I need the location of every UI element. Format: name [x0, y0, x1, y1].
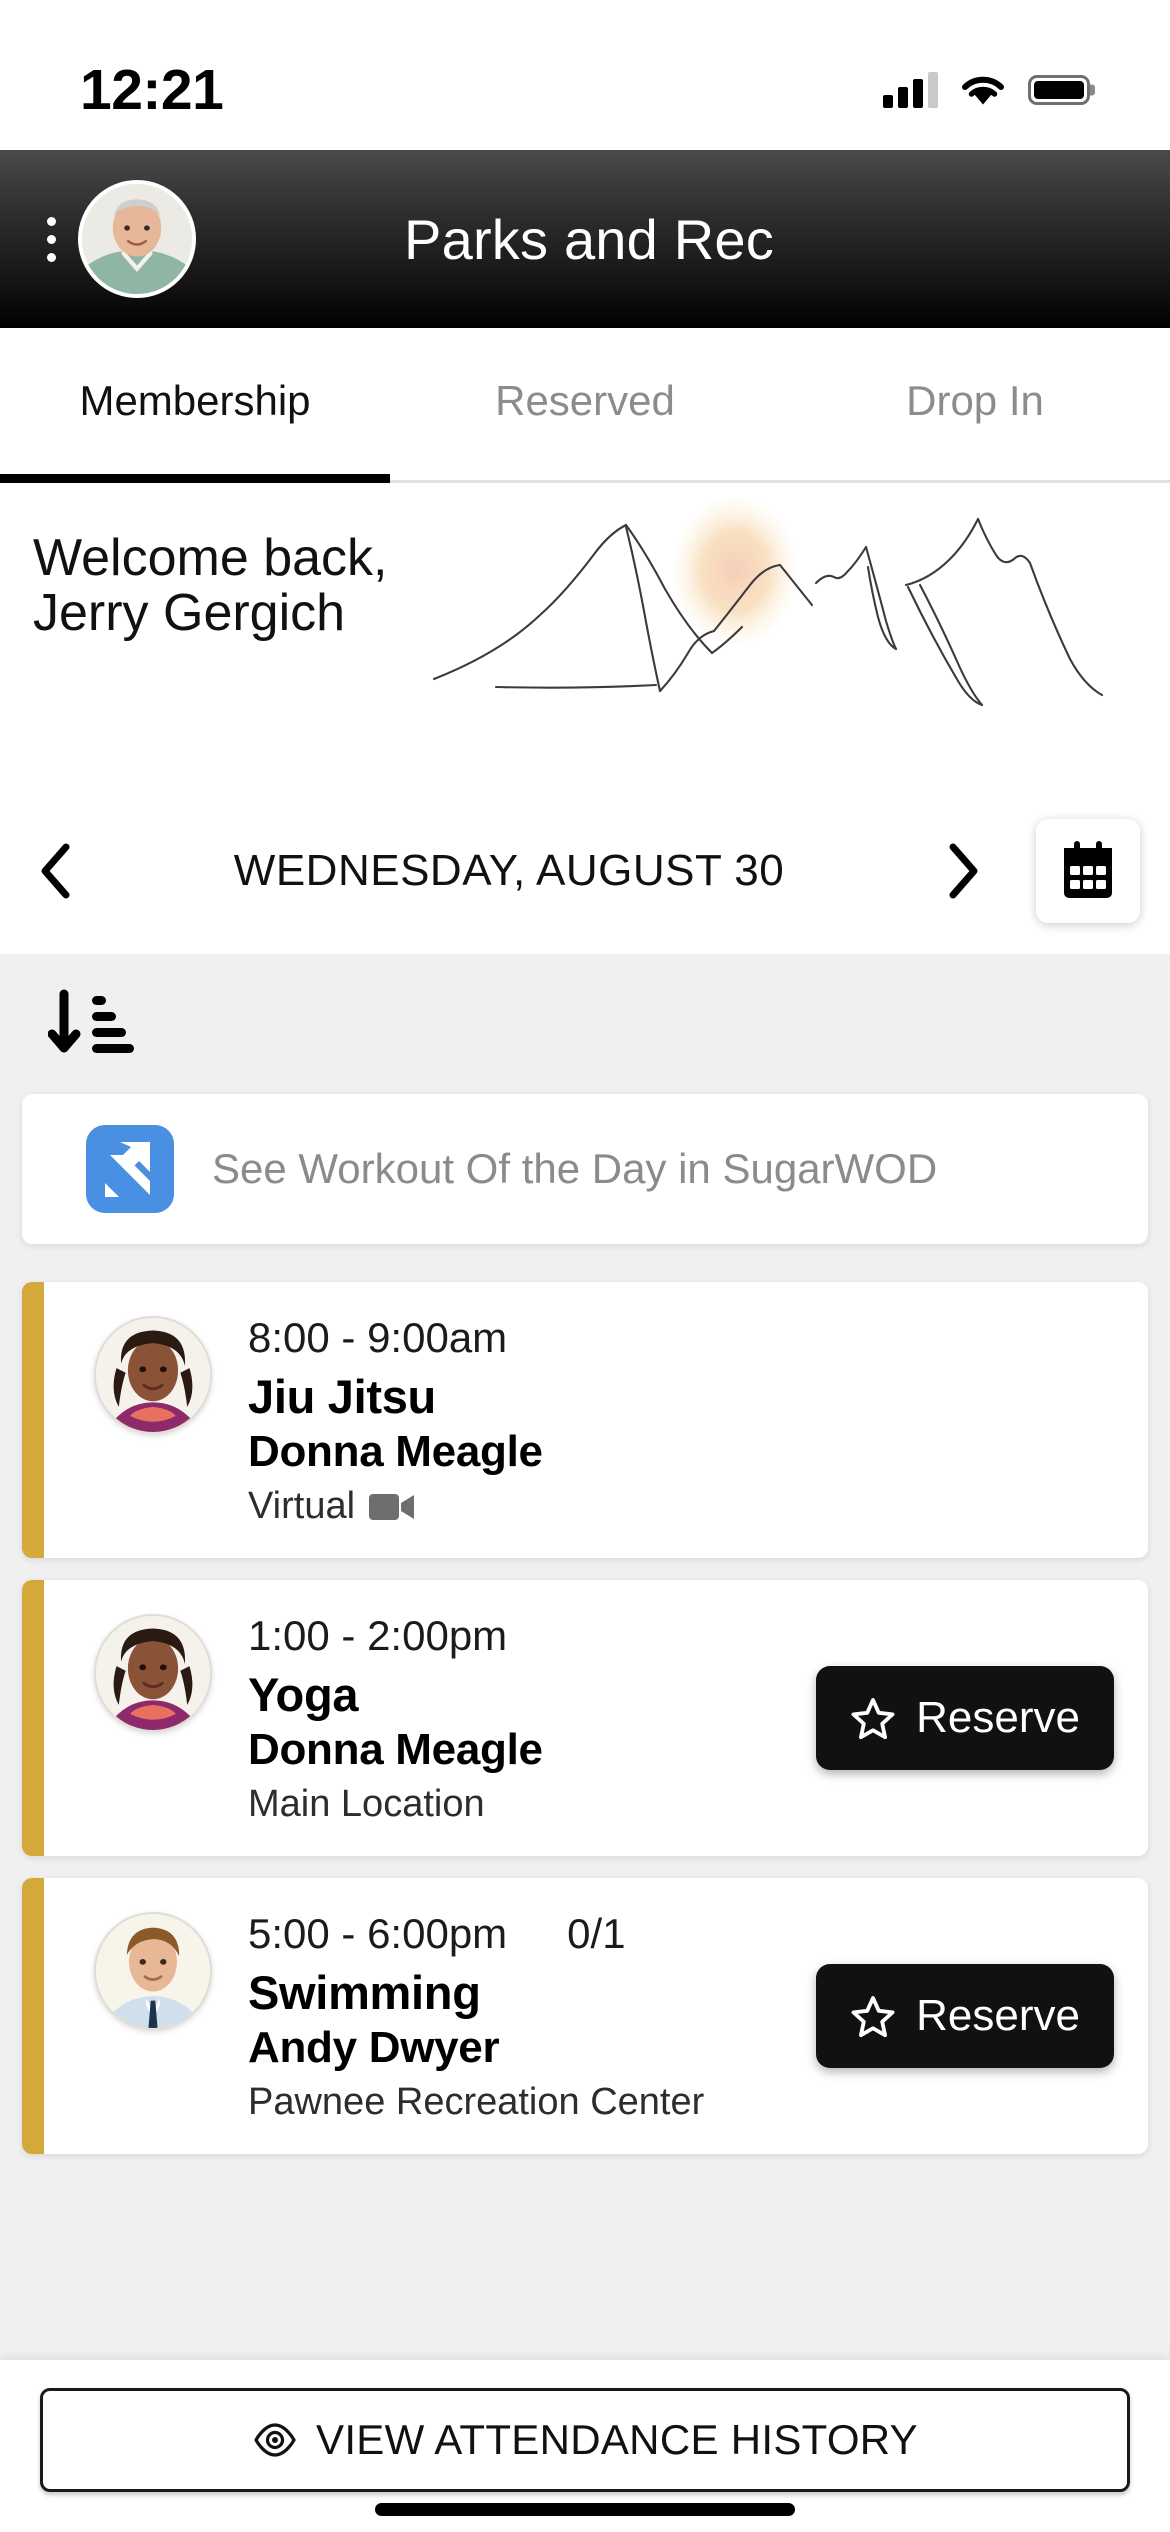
class-instructor: Andy Dwyer: [248, 2023, 500, 2072]
class-location-row: Main Location: [248, 1783, 816, 1826]
class-details: 5:00 - 6:00pm 0/1 Swimming Andy Dwyer Pa…: [248, 1908, 816, 2124]
date-navigation: WEDNESDAY, AUGUST 30: [0, 788, 1170, 954]
sort-ascending-icon[interactable]: [48, 988, 134, 1060]
instructor-avatar: [94, 1316, 212, 1434]
app-header: Parks and Rec: [0, 150, 1170, 328]
next-day-button[interactable]: [908, 816, 1018, 926]
view-attendance-history-button[interactable]: VIEW ATTENDANCE HISTORY: [40, 2388, 1130, 2492]
sort-row: [0, 954, 1170, 1094]
sugarwod-logo-icon: [86, 1125, 174, 1213]
prev-day-button[interactable]: [0, 816, 110, 926]
class-location: Virtual: [248, 1485, 356, 1527]
sugarwod-glyph: [86, 1125, 174, 1213]
class-title: Yoga: [248, 1668, 359, 1721]
class-instructor: Donna Meagle: [248, 1427, 543, 1476]
status-bar-time: 12:21: [80, 58, 224, 122]
class-title: Jiu Jitsu: [248, 1370, 436, 1423]
instructor-avatar-image: [96, 1318, 210, 1432]
view-attendance-history-label: VIEW ATTENDANCE HISTORY: [316, 2416, 918, 2463]
eye-icon: [254, 2423, 296, 2457]
card-accent-bar: [22, 1282, 44, 1558]
class-card-list: 8:00 - 9:00am Jiu Jitsu Donna Meagle Vir…: [0, 1266, 1170, 2154]
welcome-section: Welcome back, Jerry Gergich: [0, 483, 1170, 788]
class-details: 1:00 - 2:00pm Yoga Donna Meagle Main Loc…: [248, 1610, 816, 1826]
reserve-button[interactable]: Reserve: [816, 1964, 1114, 2068]
class-time: 8:00 - 9:00am: [248, 1314, 508, 1361]
chevron-right-icon: [949, 843, 978, 899]
class-time: 5:00 - 6:00pm: [248, 1910, 508, 1957]
tab-membership[interactable]: Membership: [0, 328, 390, 483]
chevron-left-icon: [41, 843, 70, 899]
cellular-signal-icon: [883, 72, 938, 108]
tab-drop-in[interactable]: Drop In: [780, 328, 1170, 480]
star-icon: [851, 1698, 895, 1740]
class-time-row: 1:00 - 2:00pm: [248, 1612, 816, 1660]
instructor-avatar: [94, 1614, 212, 1732]
class-time: 1:00 - 2:00pm: [248, 1612, 508, 1659]
reserve-button-label: Reserve: [916, 1693, 1080, 1742]
status-bar: 12:21: [0, 0, 1170, 150]
reserve-button-label: Reserve: [916, 1991, 1080, 2040]
card-accent-bar: [22, 1580, 44, 1856]
class-card[interactable]: 5:00 - 6:00pm 0/1 Swimming Andy Dwyer Pa…: [22, 1878, 1148, 2154]
instructor-avatar-image: [96, 1616, 210, 1730]
class-capacity: 0/1: [567, 1910, 626, 1957]
current-date-label: WEDNESDAY, AUGUST 30: [233, 846, 785, 895]
tab-bar: Membership Reserved Drop In: [0, 328, 1170, 483]
class-location: Pawnee Recreation Center: [248, 2081, 705, 2123]
video-camera-icon: [369, 1493, 415, 1520]
class-location: Main Location: [248, 1783, 485, 1825]
app-screen: 12:21 Parks and Rec Membership Reserved …: [0, 0, 1170, 2532]
class-details: 8:00 - 9:00am Jiu Jitsu Donna Meagle Vir…: [248, 1312, 1120, 1528]
sugarwod-banner[interactable]: See Workout Of the Day in SugarWOD: [22, 1094, 1148, 1244]
instructor-avatar: [94, 1912, 212, 2030]
class-location-row: Pawnee Recreation Center: [248, 2081, 816, 2124]
battery-icon: [1028, 75, 1090, 105]
instructor-avatar-image: [96, 1914, 210, 2028]
home-indicator: [375, 2503, 795, 2516]
reserve-button[interactable]: Reserve: [816, 1666, 1114, 1770]
class-location-row: Virtual: [248, 1485, 1120, 1528]
class-time-row: 8:00 - 9:00am: [248, 1314, 1120, 1362]
status-bar-icons: [883, 72, 1090, 108]
wifi-icon: [962, 76, 1004, 105]
card-accent-bar: [22, 1878, 44, 2154]
class-title: Swimming: [248, 1966, 481, 2019]
avatar-image: [82, 184, 192, 294]
class-time-row: 5:00 - 6:00pm 0/1: [248, 1910, 816, 1958]
mountain-range-illustration: [432, 497, 1104, 707]
calendar-picker-button[interactable]: [1036, 819, 1140, 923]
class-card[interactable]: 1:00 - 2:00pm Yoga Donna Meagle Main Loc…: [22, 1580, 1148, 1856]
kebab-menu-icon[interactable]: [28, 216, 74, 262]
sugarwod-label: See Workout Of the Day in SugarWOD: [212, 1145, 938, 1192]
class-instructor: Donna Meagle: [248, 1725, 543, 1774]
schedule-list-area: See Workout Of the Day in SugarWOD 8:00 …: [0, 954, 1170, 2360]
star-icon: [851, 1996, 895, 2038]
welcome-greeting: Welcome back, Jerry Gergich: [33, 529, 388, 642]
tab-reserved[interactable]: Reserved: [390, 328, 780, 480]
class-card[interactable]: 8:00 - 9:00am Jiu Jitsu Donna Meagle Vir…: [22, 1282, 1148, 1558]
avatar[interactable]: [78, 180, 196, 298]
page-title: Parks and Rec: [404, 207, 774, 271]
calendar-icon: [1064, 841, 1112, 898]
